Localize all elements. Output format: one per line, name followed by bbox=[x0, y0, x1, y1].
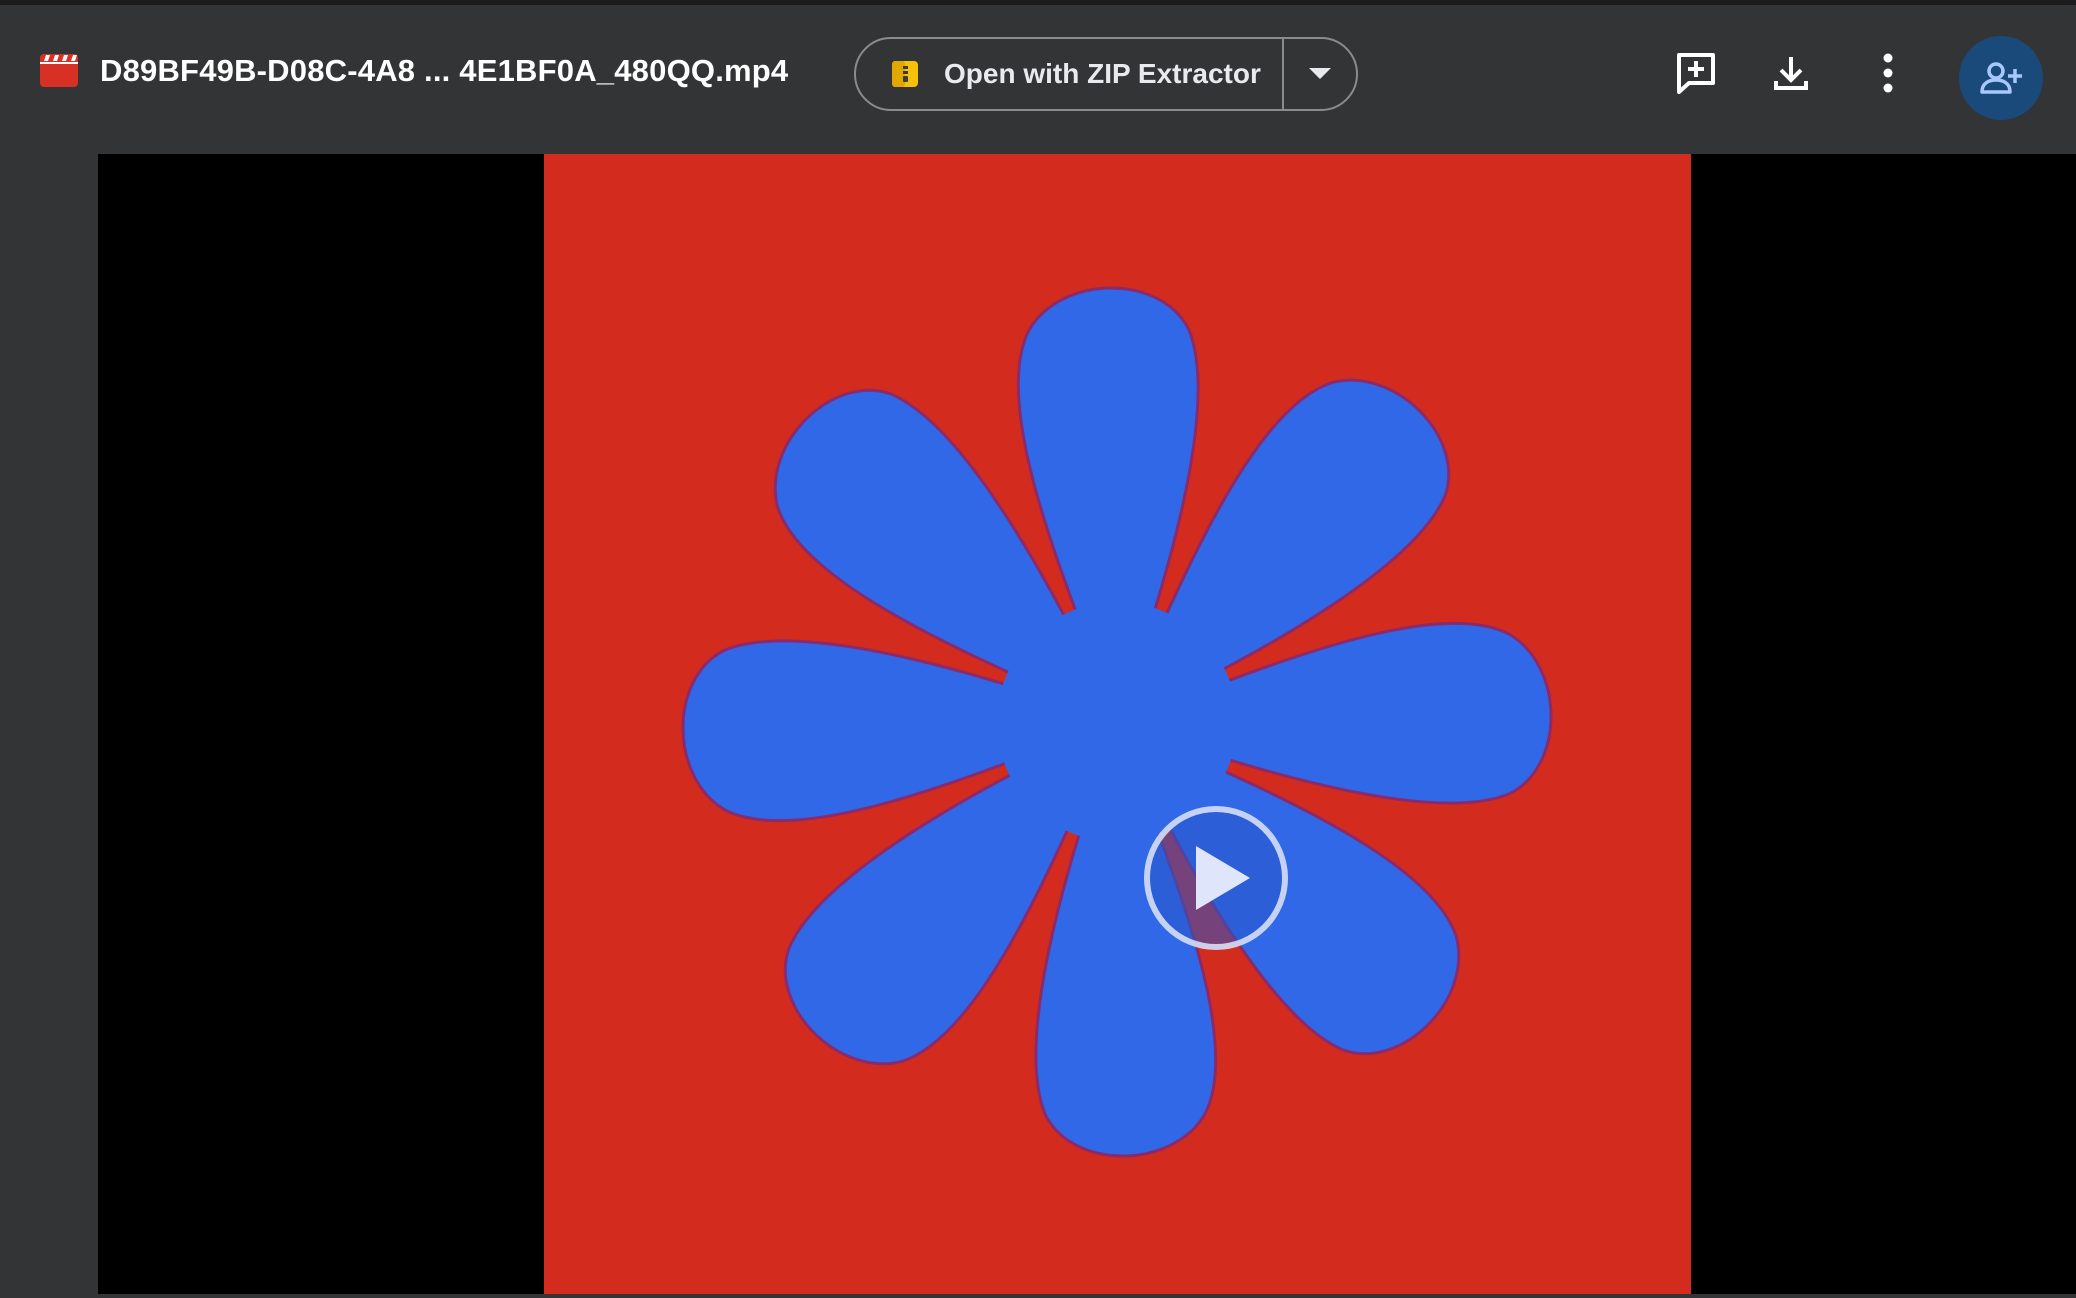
video-frame bbox=[544, 154, 1691, 1294]
open-with-label: Open with ZIP Extractor bbox=[944, 58, 1261, 89]
video-file-icon bbox=[40, 54, 78, 87]
caret-down-icon bbox=[1309, 68, 1331, 79]
more-options-button[interactable] bbox=[1856, 41, 1920, 105]
zip-extractor-icon bbox=[892, 61, 918, 87]
person-add-icon bbox=[1980, 62, 2022, 94]
open-with-dropdown-button[interactable] bbox=[1284, 39, 1356, 109]
add-comment-button[interactable] bbox=[1664, 41, 1728, 105]
download-button[interactable] bbox=[1759, 41, 1823, 105]
play-button[interactable] bbox=[1144, 806, 1288, 950]
file-name: D89BF49B-D08C-4A8 ... 4E1BF0A_480QQ.mp4 bbox=[100, 53, 789, 88]
video-thumbnail-flower bbox=[681, 286, 1553, 1158]
viewer-header: D89BF49B-D08C-4A8 ... 4E1BF0A_480QQ.mp4 … bbox=[0, 5, 2076, 142]
more-vert-icon bbox=[1883, 53, 1893, 93]
share-button[interactable] bbox=[1959, 36, 2043, 120]
open-with-control: Open with ZIP Extractor bbox=[854, 37, 1358, 111]
download-icon bbox=[1774, 57, 1808, 90]
add-comment-icon bbox=[1677, 53, 1715, 94]
open-with-button[interactable]: Open with ZIP Extractor bbox=[856, 39, 1284, 109]
video-viewer[interactable] bbox=[98, 154, 2076, 1294]
play-icon bbox=[1196, 846, 1250, 910]
